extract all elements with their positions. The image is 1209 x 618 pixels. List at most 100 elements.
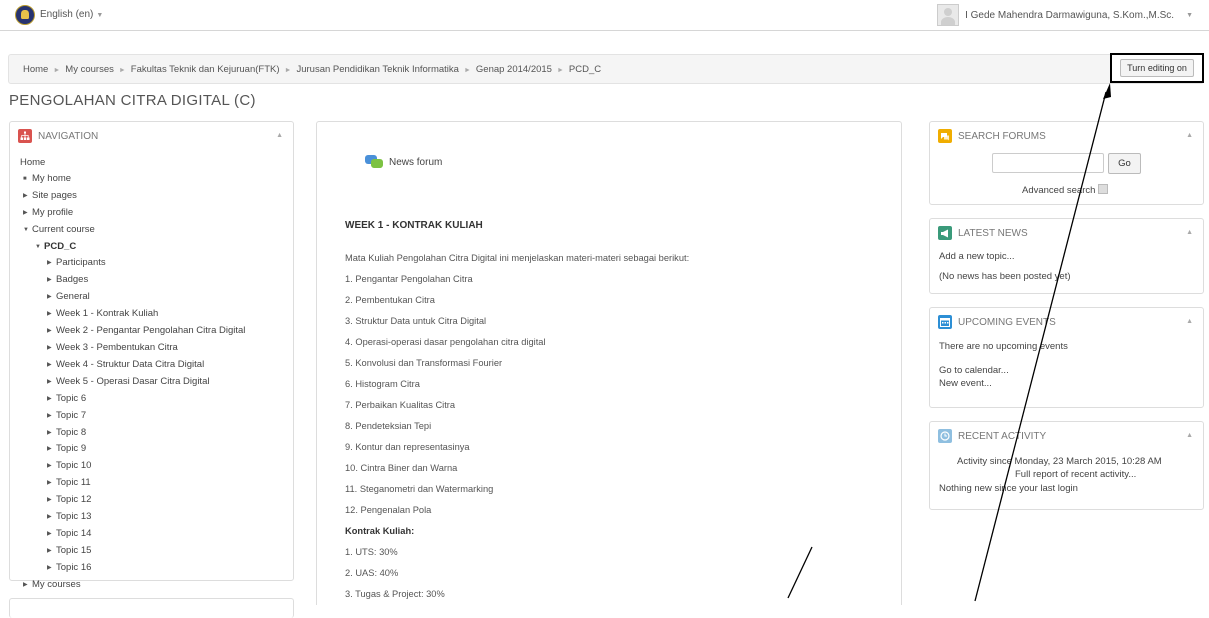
advanced-search-link[interactable]: Advanced search: [1022, 184, 1109, 196]
caret-right-icon: ▶: [47, 514, 52, 521]
topic-item: 3. Struktur Data untuk Citra Digital: [345, 316, 487, 326]
megaphone-icon: [938, 226, 952, 240]
latest-news-header: LATEST NEWS: [938, 226, 1028, 240]
site-logo[interactable]: [15, 5, 35, 25]
news-forum-link[interactable]: News forum: [365, 155, 442, 169]
nav-item-label: Topic 14: [56, 527, 92, 539]
forum-icon: [365, 155, 383, 169]
collapse-icon[interactable]: ▲: [1186, 229, 1193, 236]
nav-item-label: Topic 8: [56, 426, 87, 438]
nav-item-week-1[interactable]: ▶ Week 1 - Kontrak Kuliah: [20, 306, 245, 323]
topic-item: 11. Steganometri dan Watermarking: [345, 484, 494, 494]
nav-item-topic-11[interactable]: ▶ Topic 11: [20, 475, 245, 492]
topic-item: 8. Pendeteksian Tepi: [345, 421, 432, 431]
caret-right-icon: ▶: [47, 497, 52, 504]
topic-item: 10. Cintra Biner dan Warna: [345, 463, 458, 473]
nav-item-topic-15[interactable]: ▶ Topic 15: [20, 543, 245, 560]
nav-item-week-3[interactable]: ▶ Week 3 - Pembentukan Citra: [20, 340, 245, 357]
collapse-icon[interactable]: ▲: [1186, 432, 1193, 439]
new-event-link[interactable]: New event...: [939, 378, 992, 389]
full-report-link[interactable]: Full report of recent activity...: [1015, 469, 1136, 480]
chevron-down-icon: ▼: [96, 12, 104, 19]
navigation-block-header: NAVIGATION: [18, 129, 98, 143]
nav-item-topic-12[interactable]: ▶ Topic 12: [20, 492, 245, 509]
breadcrumb-separator-icon: ►: [53, 67, 61, 74]
go-to-calendar-link[interactable]: Go to calendar...: [939, 365, 1009, 376]
help-icon[interactable]: [1098, 184, 1109, 194]
nav-item-badges[interactable]: ▶ Badges: [20, 272, 245, 289]
recent-activity-block: RECENT ACTIVITY ▲ Activity since Monday,…: [929, 421, 1204, 510]
breadcrumb-my-courses[interactable]: My courses: [65, 64, 114, 75]
caret-right-icon: ▶: [47, 564, 52, 571]
caret-right-icon: ▶: [47, 328, 52, 335]
nav-item-week-4[interactable]: ▶ Week 4 - Struktur Data Citra Digital: [20, 357, 245, 374]
user-name: I Gede Mahendra Darmawiguna, S.Kom.,M.Sc…: [965, 9, 1175, 21]
nav-item-label: Topic 16: [56, 561, 92, 573]
page-title: PENGOLAHAN CITRA DIGITAL (C): [9, 92, 256, 109]
nav-item-week-2[interactable]: ▶ Week 2 - Pengantar Pengolahan Citra Dig…: [20, 323, 245, 340]
collapse-icon[interactable]: ▲: [1186, 132, 1193, 139]
nav-item-my-courses[interactable]: ▶ My courses: [20, 577, 245, 594]
breadcrumb-home[interactable]: Home: [23, 64, 48, 75]
caret-down-icon: ▼: [35, 243, 41, 250]
caret-right-icon: ▶: [47, 530, 52, 537]
topic-item: 6. Histogram Citra: [345, 379, 420, 389]
caret-right-icon: ▶: [47, 294, 52, 301]
nav-item-topic-6[interactable]: ▶ Topic 6: [20, 391, 245, 408]
nav-item-home[interactable]: Home: [20, 155, 245, 171]
language-menu[interactable]: English (en) ▼: [40, 9, 103, 20]
top-navbar: English (en) ▼ I Gede Mahendra Darmawigun…: [0, 0, 1209, 31]
topic-item: 7. Perbaikan Kualitas Citra: [345, 400, 456, 410]
breadcrumb-bar: Home ► My courses ► Fakultas Teknik dan Keju…: [8, 54, 1204, 84]
caret-right-icon: ▶: [47, 260, 52, 267]
nothing-new-text: Nothing new since your last login: [939, 483, 1078, 494]
nav-item-site-pages[interactable]: ▶ Site pages: [20, 188, 245, 205]
caret-right-icon: ▶: [23, 209, 28, 216]
bullet-icon: ■: [23, 175, 27, 182]
go-button[interactable]: Go: [1108, 153, 1141, 174]
nav-item-topic-16[interactable]: ▶ Topic 16: [20, 560, 245, 577]
nav-item-pcd-c[interactable]: ▼ PCD_C: [20, 239, 245, 256]
no-events-text: There are no upcoming events: [939, 341, 1068, 352]
collapse-icon[interactable]: ▲: [276, 132, 283, 139]
nav-item-label: Topic 10: [56, 460, 92, 472]
turn-editing-on-button[interactable]: Turn editing on: [1120, 59, 1194, 77]
topic-item: 1. Pengantar Pengolahan Citra: [345, 274, 473, 284]
next-block: [9, 598, 294, 618]
navigation-title: NAVIGATION: [38, 130, 99, 142]
nav-item-label: Current course: [32, 223, 95, 235]
nav-item-topic-14[interactable]: ▶ Topic 14: [20, 526, 245, 543]
nav-item-label: My courses: [32, 578, 81, 590]
caret-down-icon: ▼: [23, 226, 29, 233]
nav-item-topic-7[interactable]: ▶ Topic 7: [20, 408, 245, 425]
edit-button-highlight: Turn editing on: [1110, 53, 1204, 83]
nav-item-label: Week 3 - Pembentukan Citra: [56, 341, 178, 353]
user-menu[interactable]: I Gede Mahendra Darmawiguna, S.Kom.,M.Sc…: [937, 4, 1193, 26]
nav-item-current-course[interactable]: ▼ Current course: [20, 222, 245, 239]
caret-right-icon: ▶: [47, 429, 52, 436]
collapse-icon[interactable]: ▲: [1186, 318, 1193, 325]
nav-item-label: Topic 6: [56, 392, 87, 404]
nav-item-label: Topic 12: [56, 494, 92, 506]
clock-icon: [938, 429, 952, 443]
add-new-topic-link[interactable]: Add a new topic...: [939, 251, 1015, 262]
topic-item: 2. Pembentukan Citra: [345, 295, 435, 305]
nav-item-topic-10[interactable]: ▶ Topic 10: [20, 458, 245, 475]
nav-item-topic-13[interactable]: ▶ Topic 13: [20, 509, 245, 526]
breadcrumb-faculty[interactable]: Fakultas Teknik dan Kejuruan(FTK): [131, 64, 280, 75]
nav-item-topic-9[interactable]: ▶ Topic 9: [20, 441, 245, 458]
nav-item-label: Topic 15: [56, 544, 92, 556]
intro-text: Mata Kuliah Pengolahan Citra Digital ini…: [345, 253, 690, 263]
nav-item-general[interactable]: ▶ General: [20, 289, 245, 306]
breadcrumb-department[interactable]: Jurusan Pendidikan Teknik Informatika: [296, 64, 458, 75]
nav-item-participants[interactable]: ▶ Participants: [20, 255, 245, 272]
breadcrumb-course[interactable]: PCD_C: [569, 64, 601, 75]
topic-item: 5. Konvolusi dan Transformasi Fourier: [345, 358, 503, 368]
breadcrumb-semester[interactable]: Genap 2014/2015: [476, 64, 552, 75]
search-input[interactable]: [992, 153, 1104, 173]
upcoming-events-header: UPCOMING EVENTS: [938, 315, 1056, 329]
nav-item-topic-8[interactable]: ▶ Topic 8: [20, 425, 245, 442]
nav-item-my-home[interactable]: ■ My home: [20, 171, 245, 188]
nav-item-my-profile[interactable]: ▶ My profile: [20, 205, 245, 222]
nav-item-week-5[interactable]: ▶ Week 5 - Operasi Dasar Citra Digital: [20, 374, 245, 391]
